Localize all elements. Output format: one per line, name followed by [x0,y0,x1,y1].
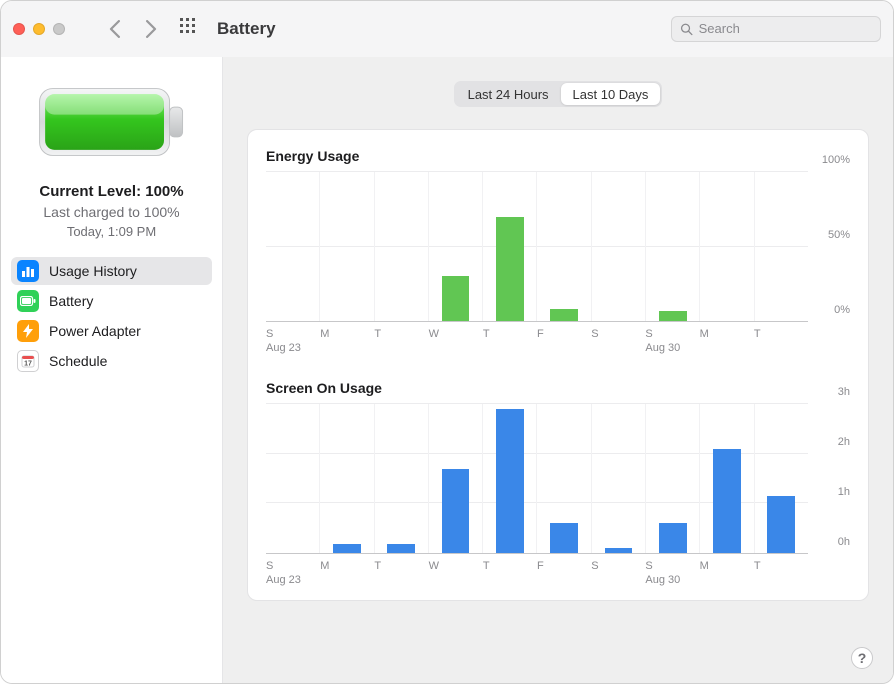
show-all-prefpanes-button[interactable] [179,17,197,40]
sidebar-item-battery[interactable]: Battery [11,287,212,315]
chart-bar [496,409,524,553]
battery-illustration [1,83,222,183]
xtick-day: S [645,328,652,340]
xtick-day: S [266,560,273,572]
chart-bar [442,276,470,321]
toolbar: Battery [1,1,893,57]
last-charged-time: Today, 1:09 PM [11,224,212,239]
ytick-label: 0h [838,536,850,548]
nav-back-button[interactable] [109,20,122,38]
sidebar-item-power-adapter[interactable]: Power Adapter [11,317,212,345]
nav-back-forward [109,20,157,38]
xtick-day: T [374,560,381,572]
time-range-segmented: Last 24 Hours Last 10 Days [454,81,663,107]
search-input[interactable] [699,21,872,36]
chart-title: Screen On Usage [266,380,850,396]
xtick-date: Aug 30 [645,574,680,586]
xtick-day: M [700,328,709,340]
screen-on-usage-chart: Screen On Usage 0h1h2h3h SAug 23MTWTFSSA… [266,380,850,586]
window-minimize-button[interactable] [33,23,45,35]
segment-last-10-days[interactable]: Last 10 Days [561,83,661,105]
chart-bar [496,217,524,321]
sidebar-item-label: Battery [49,293,93,309]
charts-card: Energy Usage 0% 50% 100% S Aug 23 M T W T F S S Aug… [247,129,869,601]
help-button[interactable]: ? [851,647,873,669]
sidebar-nav: Usage History Battery Power Adapter [1,257,222,375]
chart-bar [387,544,415,553]
battery-large-icon [37,83,187,161]
xtick-day: S [591,560,598,572]
ytick-label: 1h [838,486,850,498]
sidebar: Current Level: 100% Last charged to 100%… [1,57,223,683]
chart-yaxis: 0%50%100% [808,172,850,322]
chart-bar [550,309,578,321]
search-icon [680,22,693,36]
chart-xaxis: S Aug 23 M T W T F S S Aug 30 M T [266,560,808,586]
bars-icon [17,260,39,282]
window: Battery [0,0,894,684]
xtick-day: S [266,328,273,340]
chart-bar [605,548,633,553]
xtick-day: W [429,560,439,572]
sidebar-item-usage-history[interactable]: Usage History [11,257,212,285]
xtick-day: F [537,328,544,340]
chart-bar [659,311,687,321]
ytick-label: 100% [822,154,850,166]
xtick-day: M [320,560,329,572]
ytick-label: 50% [828,229,850,241]
ytick-label: 0% [834,304,850,316]
xtick-day: F [537,560,544,572]
window-zoom-button[interactable] [53,23,65,35]
chart-title: Energy Usage [266,148,850,164]
ytick-label: 3h [838,386,850,398]
energy-usage-chart: Energy Usage 0% 50% 100% S Aug 23 M T W T F S S Aug… [266,148,850,354]
xtick-date: Aug 23 [266,342,301,354]
xtick-day: M [700,560,709,572]
segment-last-24-hours[interactable]: Last 24 Hours [456,83,561,105]
sidebar-item-label: Usage History [49,263,137,279]
svg-text:17: 17 [24,361,32,368]
chart-bar [659,523,687,553]
chart-bar [713,449,741,553]
sidebar-item-schedule[interactable]: 17 Schedule [11,347,212,375]
grid-icon [179,17,197,35]
chart-yaxis: 0h1h2h3h [808,404,850,554]
xtick-date: Aug 23 [266,574,301,586]
calendar-icon: 17 [17,350,39,372]
ytick-label: 2h [838,436,850,448]
traffic-lights [13,23,65,35]
xtick-day: T [374,328,381,340]
chart-bar [333,544,361,553]
chart-xaxis: S Aug 23 M T W T F S S Aug 30 M T [266,328,808,354]
chart-bar [767,496,795,553]
chart-plot [266,172,808,322]
nav-forward-button[interactable] [144,20,157,38]
window-close-button[interactable] [13,23,25,35]
xtick-day: T [483,560,490,572]
xtick-day: T [754,560,761,572]
xtick-date: Aug 30 [645,342,680,354]
xtick-day: T [754,328,761,340]
search-field[interactable] [671,16,881,42]
current-level-label: Current Level: 100% [11,183,212,200]
chart-bar [550,523,578,553]
xtick-day: M [320,328,329,340]
chart-bar [442,469,470,553]
last-charged-label: Last charged to 100% [11,204,212,220]
sidebar-item-label: Power Adapter [49,323,141,339]
xtick-day: S [645,560,652,572]
sidebar-item-label: Schedule [49,353,107,369]
xtick-day: W [429,328,439,340]
content: Last 24 Hours Last 10 Days Energy Usage … [223,57,893,683]
bolt-icon [17,320,39,342]
xtick-day: T [483,328,490,340]
battery-icon [17,290,39,312]
xtick-day: S [591,328,598,340]
chart-plot [266,404,808,554]
battery-status: Current Level: 100% Last charged to 100%… [1,183,222,257]
window-title: Battery [217,19,276,39]
